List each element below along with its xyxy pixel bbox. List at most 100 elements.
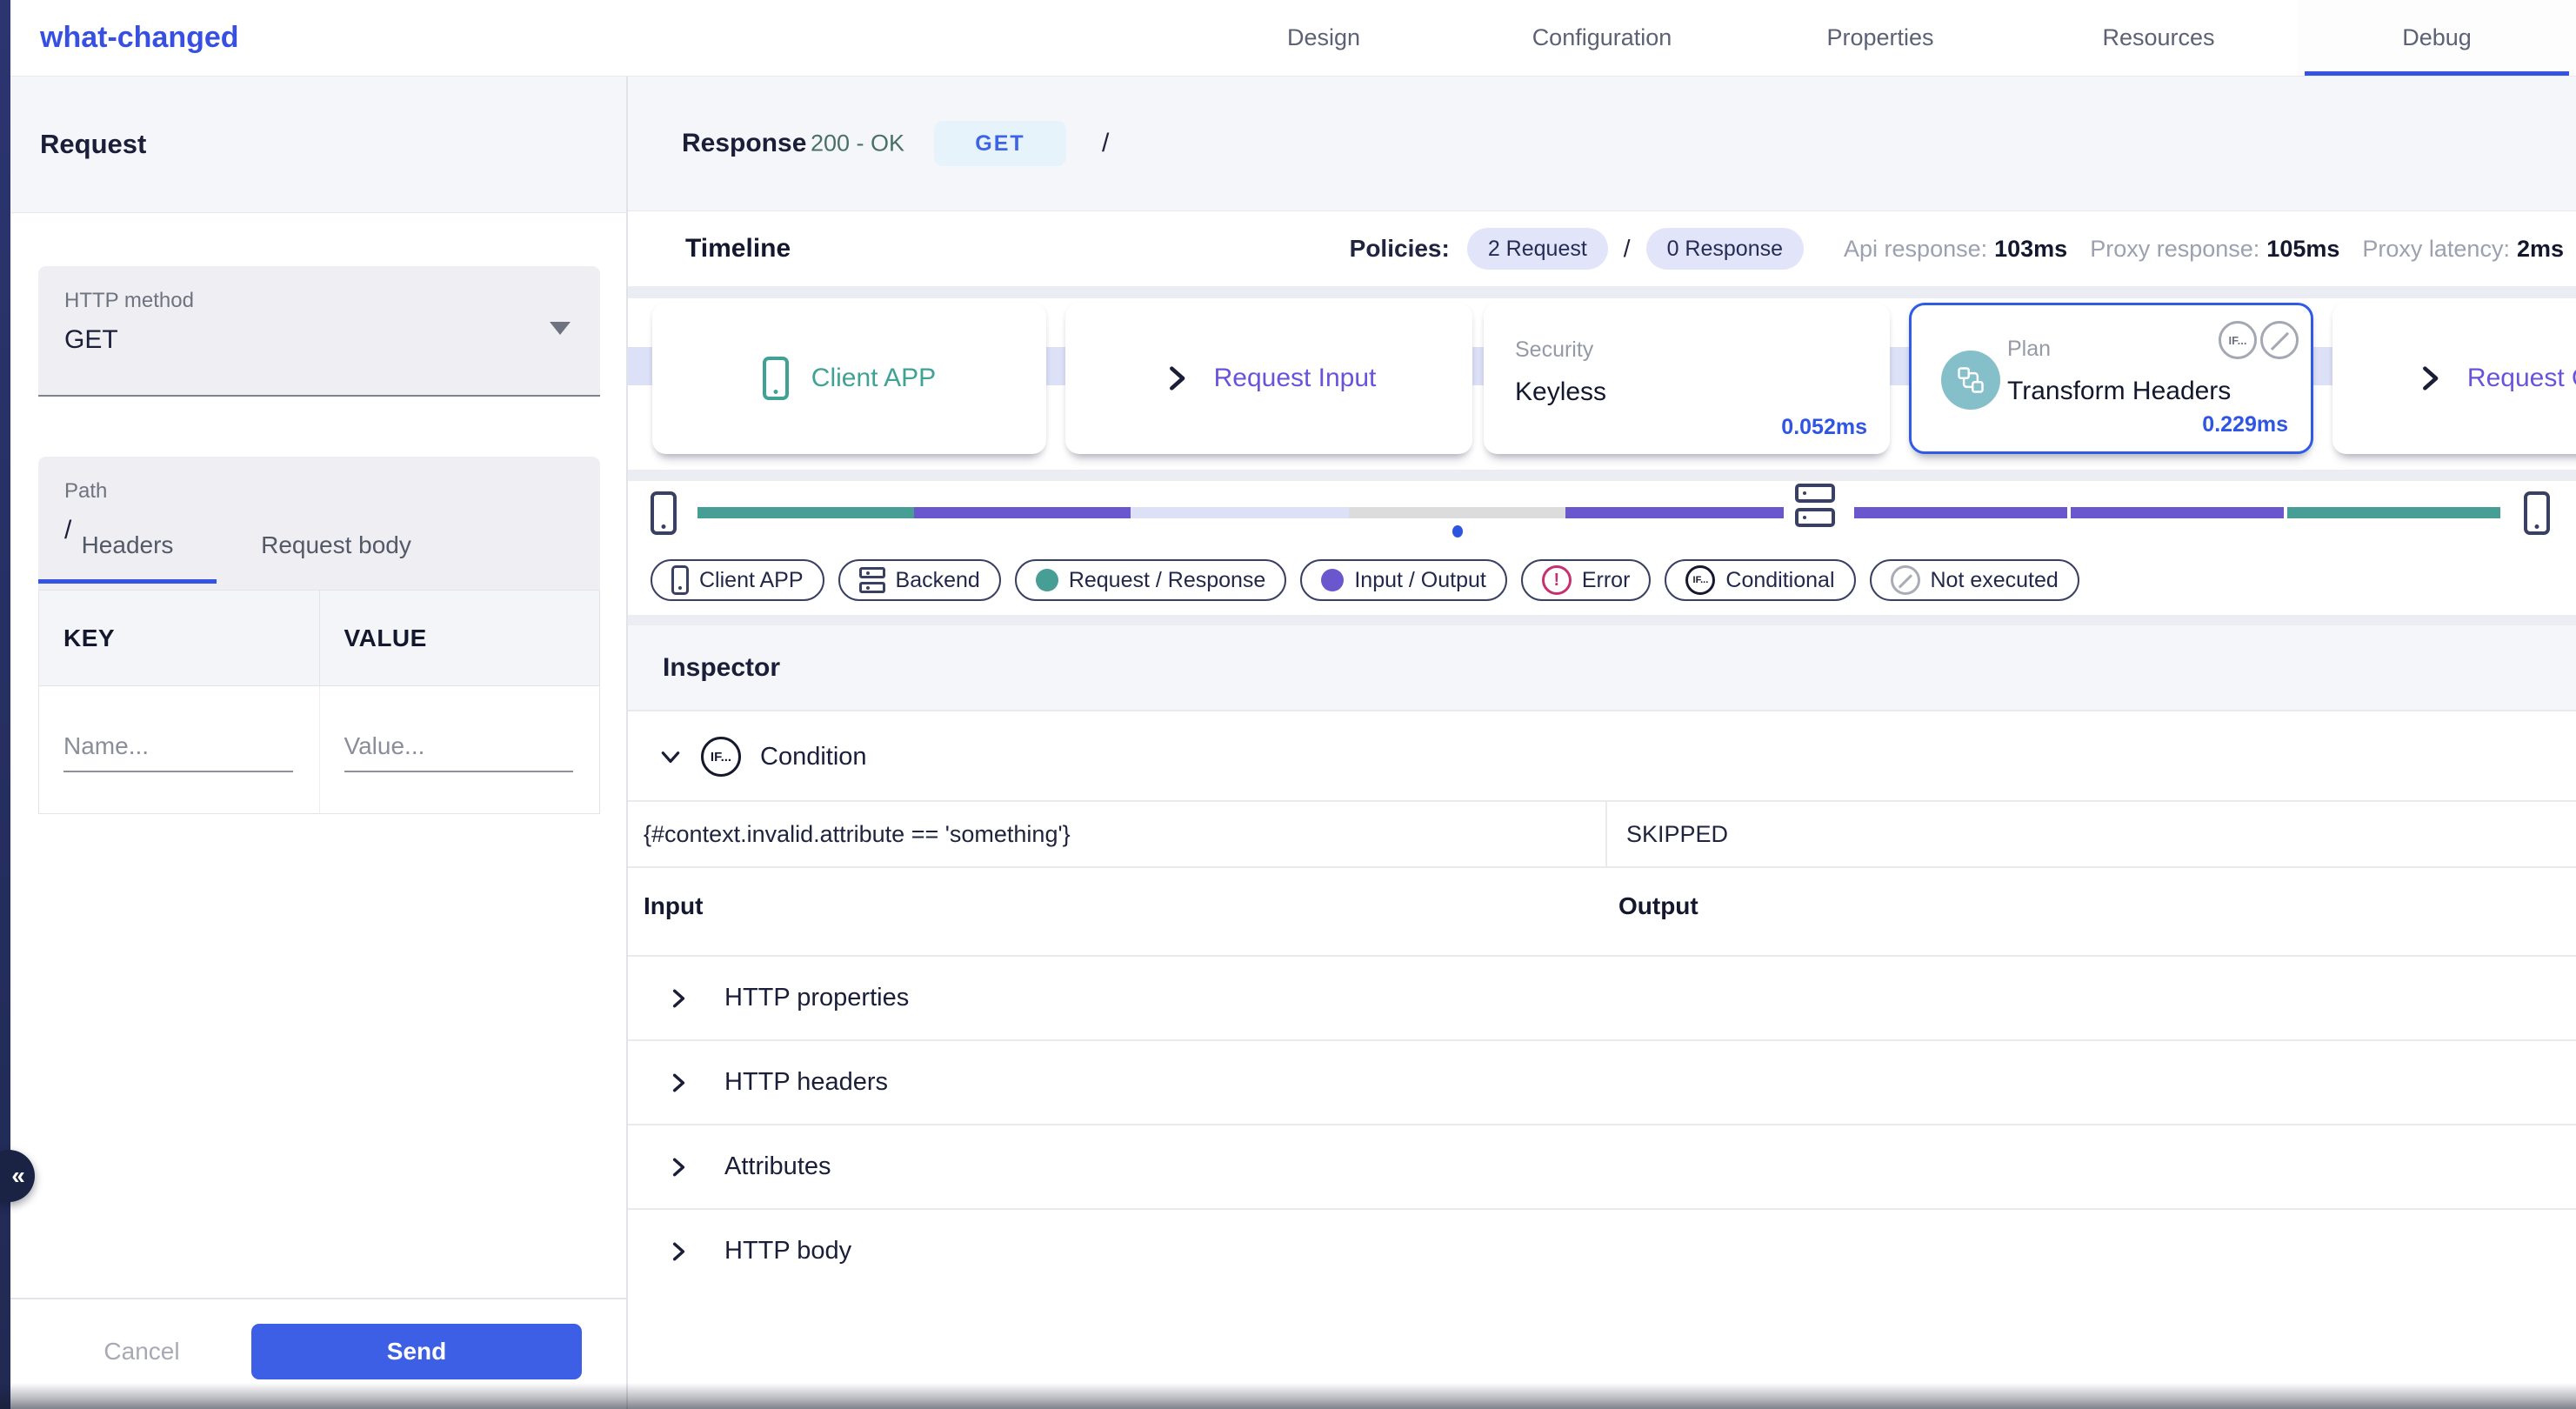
timeline-header: Timeline Policies: 2 Request / 0 Respons… [628, 211, 2576, 286]
api-response-value: 103ms [1994, 236, 2067, 263]
nav-tabs: Design Configuration Properties Resource… [1185, 0, 2576, 76]
legend-chip-error: ! Error [1521, 559, 1652, 601]
response-path: / [1102, 129, 1109, 158]
card-duration: 0.229ms [2202, 412, 2288, 437]
condition-label: Condition [760, 743, 867, 771]
footer-divider [10, 1298, 626, 1299]
card-plan-transform-headers[interactable]: IF... Plan Transform Headers 0.229ms [1909, 303, 2313, 454]
tab-resources[interactable]: Resources [2019, 0, 2298, 76]
legend-chip-conditional: IF... Conditional [1665, 559, 1855, 601]
header-name-input[interactable] [63, 727, 293, 772]
timeline-bar-segments[interactable] [697, 507, 2500, 518]
path-label: Path [64, 479, 574, 504]
value-column-header: VALUE [319, 591, 600, 685]
client-phone-icon [2524, 491, 2550, 535]
section-divider [628, 470, 2576, 481]
timeline-position-dot[interactable] [1452, 525, 1463, 538]
response-panel: Response 200 - OK GET / Timeline Policie… [626, 77, 2576, 1409]
request-input-label: Request Input [1214, 364, 1377, 393]
conditional-icon: IF... [1685, 565, 1715, 595]
policies-label: Policies: [1350, 235, 1450, 263]
card-badges: IF... [2219, 321, 2299, 359]
page-title: what-changed [40, 21, 239, 55]
chevron-down-icon [659, 745, 682, 768]
row-attributes[interactable]: Attributes [628, 1124, 2576, 1208]
section-divider [628, 286, 2576, 298]
card-name: Transform Headers [2007, 377, 2231, 406]
send-button[interactable]: Send [251, 1324, 582, 1379]
legend-chip-backend: Backend [838, 559, 1001, 601]
table-row [39, 686, 599, 813]
response-title: Response [682, 129, 806, 158]
row-http-properties[interactable]: HTTP properties [628, 955, 2576, 1039]
inspector-header: Inspector [628, 625, 2576, 711]
proxy-latency-value: 2ms [2517, 236, 2564, 263]
headers-table-header: KEY VALUE [39, 591, 599, 686]
client-phone-icon [671, 565, 689, 595]
card-category: Plan [2007, 337, 2051, 362]
response-policies-pill: 0 Response [1646, 228, 1804, 270]
card-request-input[interactable]: Request Input [1065, 303, 1472, 454]
debug-page: « what-changed Design Configuration Prop… [0, 0, 2576, 1409]
tab-request-body[interactable]: Request body [217, 507, 456, 584]
card-request-output[interactable]: Request Output [2332, 303, 2576, 454]
timeline-bar-row [628, 481, 2576, 557]
request-policies-pill: 2 Request [1467, 228, 1608, 270]
cancel-button[interactable]: Cancel [77, 1324, 207, 1379]
tab-design[interactable]: Design [1185, 0, 1463, 76]
method-badge: GET [934, 121, 1066, 166]
error-icon: ! [1542, 565, 1572, 595]
client-app-icon [763, 357, 789, 400]
transform-headers-policy-icon [1941, 351, 2000, 410]
teal-dot-icon [1036, 569, 1058, 591]
card-duration: 0.052ms [1781, 415, 1867, 440]
input-column-header: Input [644, 892, 703, 920]
top-bar: what-changed Design Configuration Proper… [10, 0, 2576, 77]
condition-table: {#context.invalid.attribute == 'somethin… [628, 800, 2576, 868]
status-badge: 200 - OK [811, 130, 904, 157]
request-output-label: Request Output [2467, 364, 2576, 393]
legend-chip-input-output: Input / Output [1300, 559, 1507, 601]
proxy-response-value: 105ms [2266, 236, 2339, 263]
row-http-body[interactable]: HTTP body [628, 1208, 2576, 1292]
http-method-value: GET [64, 325, 574, 355]
chevron-right-icon [2415, 364, 2445, 393]
request-panel: Request HTTP method GET Path / Headers R… [10, 77, 626, 1409]
headers-table: KEY VALUE [38, 590, 600, 814]
backend-icon [859, 567, 885, 593]
timeline-title: Timeline [685, 234, 791, 264]
client-app-label: Client APP [811, 364, 936, 393]
proxy-latency-label: Proxy latency: [2362, 236, 2510, 263]
timeline-stats: Api response: 103ms Proxy response: 105m… [1844, 236, 2564, 263]
chevron-right-icon [667, 1156, 690, 1179]
tab-configuration[interactable]: Configuration [1463, 0, 1741, 76]
conditional-icon: IF... [701, 737, 741, 777]
inspector-sections: HTTP properties HTTP headers Attributes … [628, 955, 2576, 1292]
condition-expression: {#context.invalid.attribute == 'somethin… [628, 802, 1607, 866]
card-client-app[interactable]: Client APP [652, 303, 1046, 454]
tab-headers[interactable]: Headers [38, 507, 217, 584]
chevron-right-icon [667, 1072, 690, 1094]
card-security-keyless[interactable]: Security Keyless 0.052ms [1484, 303, 1890, 454]
card-name: Keyless [1515, 377, 1606, 407]
output-column-header: Output [1618, 892, 1698, 920]
request-panel-title: Request [40, 129, 146, 160]
conditional-icon: IF... [2219, 321, 2257, 359]
tab-properties[interactable]: Properties [1741, 0, 2019, 76]
io-column-headers: Input Output [628, 868, 2576, 925]
http-method-select[interactable]: HTTP method GET [38, 266, 600, 397]
legend-row: Client APP Backend Request / Response In… [628, 557, 2576, 615]
inspector-title: Inspector [663, 653, 780, 683]
timeline-cards-row: Client APP Request Input Security Keyles… [628, 298, 2576, 470]
condition-expander[interactable]: IF... Condition [628, 713, 2576, 800]
policies-slash: / [1624, 235, 1631, 263]
dropdown-arrow-icon [550, 322, 571, 335]
api-response-label: Api response: [1844, 236, 1987, 263]
chevron-right-icon [667, 987, 690, 1010]
row-http-headers[interactable]: HTTP headers [628, 1039, 2576, 1124]
collapse-icon: « [11, 1162, 25, 1190]
header-value-input[interactable] [344, 727, 574, 772]
http-method-label: HTTP method [64, 289, 574, 313]
tab-debug[interactable]: Debug [2298, 0, 2576, 76]
response-header: Response 200 - OK GET / [628, 77, 2576, 211]
